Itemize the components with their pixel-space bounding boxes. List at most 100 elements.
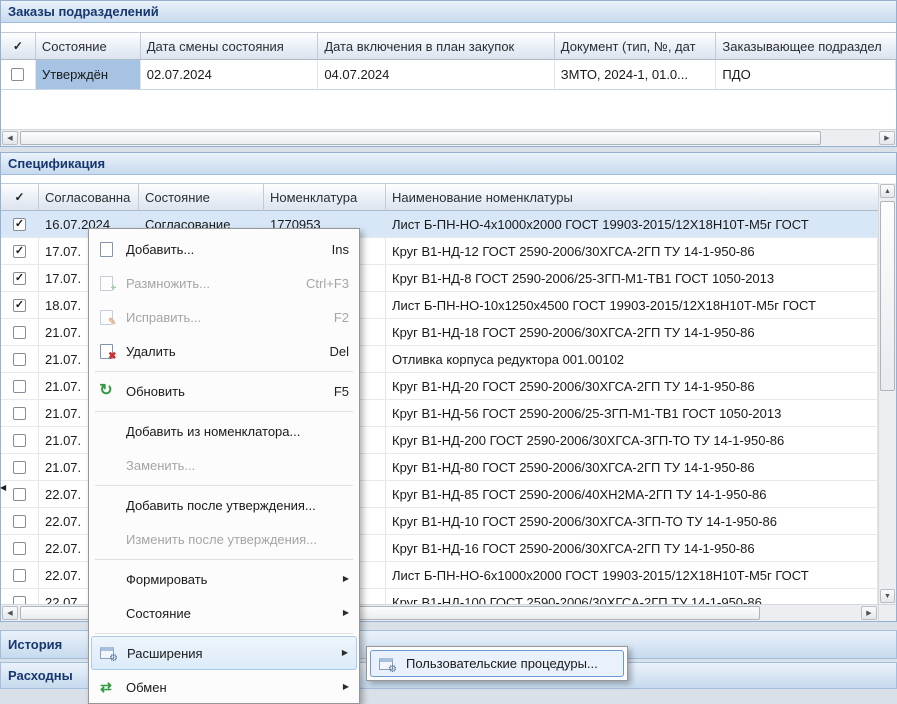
- orders-panel-title: Заказы подразделений: [8, 4, 159, 19]
- gear-icon: ⚙: [109, 654, 118, 664]
- menu-item-exchange[interactable]: ⇄ Обмен ▶: [89, 670, 359, 704]
- row-checkbox[interactable]: [13, 515, 26, 528]
- menu-item-extensions[interactable]: ⚙ Расширения ▶: [91, 636, 357, 670]
- checkbox-cell: [1, 400, 39, 426]
- checkbox-cell: [1, 454, 39, 480]
- menu-item-add-from-nomenclator[interactable]: Добавить из номенклатора...: [89, 414, 359, 448]
- spec-grid-header: ✓ Согласованна Состояние Номенклатура На…: [1, 183, 878, 211]
- checkbox-cell: ✓: [1, 238, 39, 264]
- checkbox-cell: [1, 562, 39, 588]
- menu-item-replace: Заменить...: [89, 448, 359, 482]
- scroll-up-button[interactable]: ▲: [880, 184, 895, 198]
- orders-col-state-date[interactable]: Дата смены состояния: [141, 32, 319, 60]
- name-cell: Круг В1-НД-8 ГОСТ 2590-2006/25-ЗГП-М1-ТВ…: [386, 265, 878, 291]
- menu-item-label: Обмен: [126, 680, 333, 695]
- row-checkbox[interactable]: [11, 68, 24, 81]
- row-checkbox[interactable]: ✓: [13, 218, 26, 231]
- menu-item-duplicate: + Размножить... Ctrl+F3: [89, 266, 359, 300]
- empty-icon: [95, 604, 117, 622]
- empty-icon: [95, 530, 117, 548]
- row-checkbox[interactable]: ✓: [13, 299, 26, 312]
- menu-separator: [95, 485, 353, 486]
- scroll-down-button[interactable]: ▼: [880, 589, 895, 603]
- row-checkbox[interactable]: [13, 407, 26, 420]
- name-cell: Лист Б-ПН-НО-10х1250х4500 ГОСТ 19903-201…: [386, 292, 878, 318]
- menu-item-label: Формировать: [126, 572, 333, 587]
- history-panel-title: История: [8, 637, 62, 652]
- panel-splitter-collapse-icon[interactable]: ◀: [0, 480, 9, 496]
- menu-separator: [95, 411, 353, 412]
- menu-item-shortcut: Del: [329, 344, 349, 359]
- row-checkbox[interactable]: [13, 434, 26, 447]
- orders-col-state[interactable]: Состояние: [36, 32, 141, 60]
- empty-icon: [95, 570, 117, 588]
- duplicate-document-icon: +: [95, 274, 117, 292]
- row-checkbox[interactable]: [13, 326, 26, 339]
- row-checkbox[interactable]: [13, 569, 26, 582]
- menu-item-shortcut: F5: [334, 384, 349, 399]
- checkbox-cell: [1, 319, 39, 345]
- orders-grid-header: ✓ Состояние Дата смены состояния Дата вк…: [1, 32, 896, 60]
- menu-item-label: Добавить из номенклатора...: [126, 424, 349, 439]
- menu-item-form[interactable]: Формировать ▶: [89, 562, 359, 596]
- spec-col-state[interactable]: Состояние: [139, 183, 264, 211]
- state-cell: Утверждён: [36, 60, 141, 89]
- scroll-left-button[interactable]: ◀: [2, 606, 18, 620]
- menu-item-delete[interactable]: ✖ Удалить Del: [89, 334, 359, 368]
- spec-col-name[interactable]: Наименование номенклатуры: [386, 183, 878, 211]
- row-checkbox[interactable]: [13, 542, 26, 555]
- spec-panel-header[interactable]: Спецификация: [1, 153, 896, 175]
- menu-item-add-after-approval[interactable]: Добавить после утверждения...: [89, 488, 359, 522]
- submenu-arrow-icon: ▶: [343, 683, 349, 691]
- menu-item-change-after-approval: Изменить после утверждения...: [89, 522, 359, 556]
- name-cell: Круг В1-НД-100 ГОСТ 2590-2006/30ХГСА-2ГП…: [386, 589, 878, 604]
- orders-col-plan-date[interactable]: Дата включения в план закупок: [318, 32, 554, 60]
- menu-item-add[interactable]: Добавить... Ins: [89, 232, 359, 266]
- submenu-arrow-icon: ▶: [343, 575, 349, 583]
- orders-col-check[interactable]: ✓: [1, 32, 36, 60]
- row-checkbox[interactable]: ✓: [13, 245, 26, 258]
- expense-panel-title: Расходны: [8, 668, 73, 683]
- scroll-right-button[interactable]: ▶: [861, 606, 877, 620]
- delete-document-icon: ✖: [95, 342, 117, 360]
- checkbox-cell: [1, 427, 39, 453]
- name-cell: Круг В1-НД-200 ГОСТ 2590-2006/30ХГСА-ЗГП…: [386, 427, 878, 453]
- spec-col-check[interactable]: ✓: [1, 183, 39, 211]
- submenu-item-user-procedures[interactable]: ⚙ Пользовательские процедуры...: [370, 650, 624, 677]
- user-procedures-icon: ⚙: [375, 655, 397, 673]
- extensions-submenu: ⚙ Пользовательские процедуры...: [366, 646, 628, 681]
- right-arrow-icon: ▶: [884, 135, 889, 142]
- row-checkbox[interactable]: [13, 596, 26, 605]
- orders-hscrollbar[interactable]: ◀ ▶: [1, 129, 896, 146]
- scroll-left-button[interactable]: ◀: [2, 131, 18, 145]
- check-icon: ✓: [14, 191, 24, 203]
- orders-col-division[interactable]: Заказывающее подраздел: [716, 32, 896, 60]
- spec-col-agreed[interactable]: Согласованна: [39, 183, 139, 211]
- name-cell: Круг В1-НД-80 ГОСТ 2590-2006/30ХГСА-2ГП …: [386, 454, 878, 480]
- plan-date-cell: 04.07.2024: [318, 60, 554, 89]
- menu-item-label: Добавить...: [126, 242, 318, 257]
- row-checkbox[interactable]: ✓: [13, 272, 26, 285]
- row-checkbox[interactable]: [13, 488, 26, 501]
- row-checkbox[interactable]: [13, 461, 26, 474]
- name-cell: Круг В1-НД-85 ГОСТ 2590-2006/40ХН2МА-2ГП…: [386, 481, 878, 507]
- orders-col-document[interactable]: Документ (тип, №, дат: [555, 32, 717, 60]
- orders-panel-header[interactable]: Заказы подразделений: [1, 1, 896, 23]
- name-cell: Круг В1-НД-56 ГОСТ 2590-2006/25-ЗГП-М1-Т…: [386, 400, 878, 426]
- scroll-right-button[interactable]: ▶: [879, 131, 895, 145]
- menu-item-state[interactable]: Состояние ▶: [89, 596, 359, 630]
- menu-item-refresh[interactable]: ↻ Обновить F5: [89, 374, 359, 408]
- cross-badge-icon: ✖: [108, 352, 116, 362]
- spec-vscrollbar[interactable]: ▲ ▼: [878, 183, 896, 604]
- spec-col-nomenclature[interactable]: Номенклатура: [264, 183, 386, 211]
- name-cell: Отливка корпуса редуктора 001.00102: [386, 346, 878, 372]
- checkbox-cell: [1, 535, 39, 561]
- orders-row[interactable]: Утверждён 02.07.2024 04.07.2024 ЗМТО, 20…: [1, 60, 896, 90]
- left-arrow-icon: ◀: [7, 610, 12, 617]
- scroll-thumb[interactable]: [20, 131, 821, 145]
- menu-item-label: Состояние: [126, 606, 333, 621]
- scroll-thumb[interactable]: [880, 201, 895, 391]
- row-checkbox[interactable]: [13, 353, 26, 366]
- menu-item-label: Изменить после утверждения...: [126, 532, 349, 547]
- row-checkbox[interactable]: [13, 380, 26, 393]
